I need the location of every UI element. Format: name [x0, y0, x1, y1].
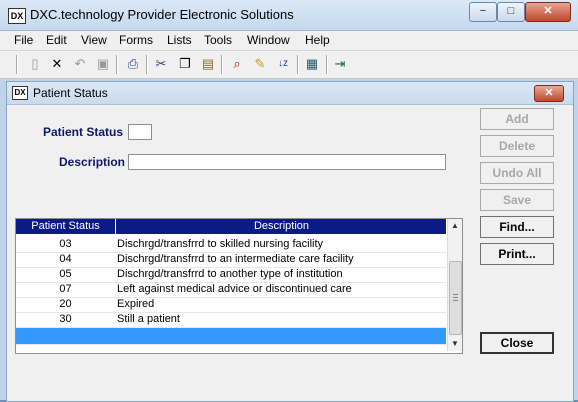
sort-icon[interactable]: ↓z — [274, 55, 292, 73]
patient-status-grid[interactable]: Patient Status Description 03 Dischrgd/t… — [15, 218, 463, 354]
menu-tools[interactable]: Tools — [204, 33, 232, 47]
toolbar-separator — [326, 55, 328, 74]
child-title-bar[interactable]: DX Patient Status ✕ — [7, 82, 573, 105]
selected-row[interactable] — [16, 328, 446, 345]
column-header-patient-status[interactable]: Patient Status — [16, 219, 116, 234]
paste-icon[interactable]: ▤ — [199, 55, 217, 73]
patient-status-input[interactable] — [128, 124, 152, 140]
table-row[interactable]: 03 Dischrgd/transfrrd to skilled nursing… — [16, 237, 446, 253]
menu-help[interactable]: Help — [305, 33, 330, 47]
row-code: 20 — [59, 298, 72, 310]
table-row[interactable]: 20 Expired — [16, 297, 446, 313]
tools-icon[interactable]: ✎ — [251, 55, 269, 73]
find-icon[interactable]: ⌕ — [228, 55, 246, 73]
toolbar-separator — [297, 55, 299, 74]
new-icon[interactable]: ▯ — [26, 55, 44, 73]
row-code: 05 — [59, 268, 72, 280]
scroll-up-icon[interactable]: ▲ — [448, 219, 462, 233]
save-icon[interactable]: ▣ — [94, 55, 112, 73]
menu-lists[interactable]: Lists — [167, 33, 192, 47]
row-description: Still a patient — [117, 313, 180, 325]
patient-status-window: DX Patient Status ✕ Patient Status Descr… — [6, 81, 574, 402]
row-code: 04 — [59, 253, 72, 265]
toolbar-separator — [16, 55, 18, 74]
toolbar-separator — [146, 55, 148, 74]
row-description: Left against medical advice or discontin… — [117, 283, 352, 295]
grid-header: Patient Status Description — [16, 219, 446, 234]
row-code: 07 — [59, 283, 72, 295]
exit-icon[interactable]: ⇥ — [331, 55, 349, 73]
scrollbar-thumb[interactable] — [449, 261, 462, 335]
vertical-scrollbar[interactable]: ▲ ▼ — [447, 219, 462, 351]
calculator-icon[interactable]: ▦ — [303, 55, 321, 73]
row-description: Dischrgd/transfrrd to another type of in… — [117, 268, 343, 280]
toolbar-separator — [221, 55, 223, 74]
minimize-button[interactable]: − — [469, 2, 497, 22]
maximize-button[interactable]: □ — [497, 2, 525, 22]
close-button[interactable]: Close — [480, 332, 554, 354]
add-button[interactable]: Add — [480, 108, 554, 130]
toolbar-separator — [116, 55, 118, 74]
copy-icon[interactable]: ❐ — [176, 55, 194, 73]
menu-edit[interactable]: Edit — [46, 33, 67, 47]
menu-view[interactable]: View — [81, 33, 107, 47]
description-label: Description — [59, 155, 126, 169]
menu-forms[interactable]: Forms — [119, 33, 153, 47]
scroll-down-icon[interactable]: ▼ — [448, 337, 462, 351]
grip-line — [453, 294, 458, 295]
delete-button[interactable]: Delete — [480, 135, 554, 157]
undo-all-button[interactable]: Undo All — [480, 162, 554, 184]
row-description: Expired — [117, 298, 155, 310]
row-code: 03 — [59, 238, 72, 250]
grip-line — [453, 297, 458, 298]
child-window-title: Patient Status — [33, 86, 108, 100]
delete-icon[interactable]: ✕ — [48, 55, 66, 73]
app-logo-icon: DX — [8, 8, 26, 24]
menu-bar: File Edit View Forms Lists Tools Window … — [0, 31, 578, 51]
title-bar[interactable]: DX DXC.technology Provider Electronic So… — [0, 0, 578, 31]
table-row[interactable]: 07 Left against medical advice or discon… — [16, 282, 446, 298]
patient-status-label: Patient Status — [43, 125, 124, 139]
row-code: 30 — [59, 313, 72, 325]
grip-line — [453, 300, 458, 301]
toolbar: ▯ ✕ ↶ ▣ ⎙ ✂ ❐ ▤ ⌕ ✎ ↓z ▦ ⇥ — [0, 51, 578, 79]
save-button[interactable]: Save — [480, 189, 554, 211]
child-close-button[interactable]: ✕ — [534, 85, 564, 102]
description-input[interactable] — [128, 154, 446, 170]
find-button[interactable]: Find... — [480, 216, 554, 238]
menu-window[interactable]: Window — [247, 33, 290, 47]
table-row[interactable]: 30 Still a patient — [16, 312, 446, 328]
window-title: DXC.technology Provider Electronic Solut… — [30, 7, 294, 22]
cut-icon[interactable]: ✂ — [152, 55, 170, 73]
child-logo-icon: DX — [12, 86, 28, 100]
undo-icon[interactable]: ↶ — [71, 55, 89, 73]
menu-file[interactable]: File — [14, 33, 33, 47]
row-description: Dischrgd/transfrrd to skilled nursing fa… — [117, 238, 324, 250]
row-description: Dischrgd/transfrrd to an intermediate ca… — [117, 253, 354, 265]
table-row[interactable]: 05 Dischrgd/transfrrd to another type of… — [16, 267, 446, 283]
application-window: DX DXC.technology Provider Electronic So… — [0, 0, 578, 402]
close-window-button[interactable]: ✕ — [525, 2, 571, 22]
column-header-description[interactable]: Description — [117, 219, 446, 234]
print-button[interactable]: Print... — [480, 243, 554, 265]
print-icon[interactable]: ⎙ — [124, 55, 142, 73]
table-row[interactable]: 04 Dischrgd/transfrrd to an intermediate… — [16, 252, 446, 268]
